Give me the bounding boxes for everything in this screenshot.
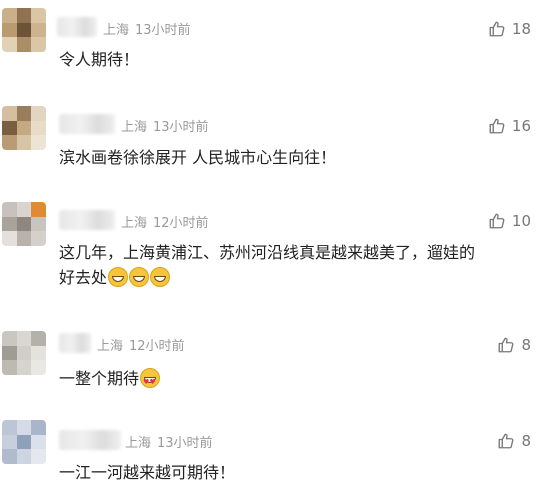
username-redacted[interactable]: [59, 333, 91, 353]
grin-emoji-icon: [108, 267, 129, 287]
like-count: 10: [511, 212, 531, 230]
avatar[interactable]: [2, 202, 46, 246]
like-button[interactable]: 8: [497, 336, 531, 354]
thumbs-up-icon: [489, 21, 505, 37]
location-label: 上海: [121, 120, 148, 135]
comment-text: 滨水画卷徐徐展开 人民城市心生向往！: [59, 145, 489, 170]
like-button[interactable]: 16: [488, 117, 531, 135]
thumbs-up-icon: [499, 337, 514, 353]
location-label: 上海: [125, 436, 152, 451]
like-count: 18: [511, 20, 531, 38]
comment-text: 令人期待！: [59, 47, 489, 72]
username-redacted[interactable]: [59, 430, 121, 450]
avatar[interactable]: [2, 420, 46, 464]
avatar[interactable]: [2, 8, 46, 52]
username-redacted[interactable]: [57, 17, 97, 37]
comment-meta: 上海 12小时前: [121, 212, 209, 231]
location-label: 上海: [103, 23, 130, 38]
comment-body: 一江一河越来越可期待！: [59, 463, 236, 482]
username-redacted[interactable]: [59, 210, 115, 230]
like-button[interactable]: 10: [488, 212, 531, 230]
comment-body: 一整个期待: [59, 369, 140, 388]
timestamp: 12小时前: [153, 216, 209, 231]
like-count: 8: [521, 432, 531, 450]
thumbs-up-icon: [489, 118, 505, 134]
comment-text: 一江一河越来越可期待！: [59, 460, 489, 485]
like-button[interactable]: 8: [497, 432, 531, 450]
comment-meta: 上海 13小时前: [121, 116, 209, 135]
grin-emoji-icon: [129, 267, 150, 287]
grin-emoji-icon: [150, 267, 171, 287]
comment-text: 一整个期待: [59, 366, 489, 395]
username-redacted[interactable]: [59, 114, 115, 134]
thumbs-up-icon: [489, 213, 505, 229]
comment-meta: 上海 13小时前: [125, 432, 213, 451]
thumbs-up-icon: [499, 433, 514, 449]
like-count: 16: [511, 117, 531, 135]
like-count: 8: [521, 336, 531, 354]
heart-eyes-emoji-icon: [140, 368, 161, 395]
comment-body: 滨水画卷徐徐展开 人民城市心生向往！: [59, 148, 337, 167]
comment-meta: 上海 12小时前: [97, 335, 185, 354]
location-label: 上海: [121, 216, 148, 231]
comment-text: 这几年，上海黄浦江、苏州河沿线真是越来越美了，遛娃的好去处: [59, 240, 489, 290]
comment-body: 令人期待！: [59, 50, 140, 69]
like-button[interactable]: 18: [488, 20, 531, 38]
timestamp: 12小时前: [129, 339, 185, 354]
comment-meta: 上海 13小时前: [103, 19, 191, 38]
timestamp: 13小时前: [135, 23, 191, 38]
avatar[interactable]: [2, 106, 46, 150]
timestamp: 13小时前: [153, 120, 209, 135]
avatar[interactable]: [2, 331, 46, 375]
timestamp: 13小时前: [157, 436, 213, 451]
location-label: 上海: [97, 339, 124, 354]
